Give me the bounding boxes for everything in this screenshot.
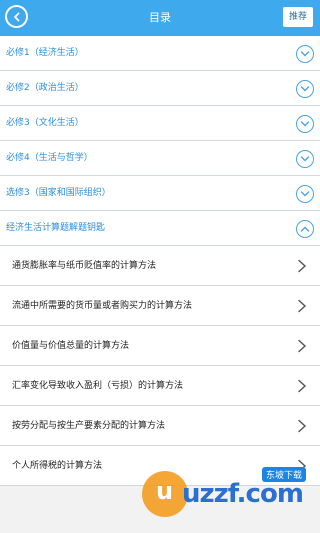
back-button[interactable] [5, 5, 28, 28]
list-item-label: 通货膨胀率与纸币贬值率的计算方法 [12, 261, 157, 271]
watermark-badge: 东坡下载 [262, 467, 307, 482]
chevron-right-icon [298, 299, 307, 313]
collapse-button[interactable] [296, 220, 314, 238]
chapter-row[interactable]: 必修3（文化生活） [0, 106, 320, 141]
expand-button[interactable] [296, 115, 314, 133]
list-item[interactable]: 按劳分配与按生产要素分配的计算方法 [0, 406, 320, 446]
page-title: 目录 [149, 11, 171, 24]
recommend-button[interactable]: 推荐 [283, 7, 313, 27]
chapter-label: 必修3（文化生活） [6, 118, 84, 128]
chapter-row-expanded[interactable]: 经济生活计算题解题钥匙 [0, 211, 320, 246]
list-item[interactable]: 汇率变化导致收入盈利（亏损）的计算方法 [0, 366, 320, 406]
list-item[interactable]: 流通中所需要的货币量或者购买力的计算方法 [0, 286, 320, 326]
list-item[interactable]: 通货膨胀率与纸币贬值率的计算方法 [0, 246, 320, 286]
list-item-label: 个人所得税的计算方法 [12, 461, 103, 471]
chevron-down-icon [300, 121, 310, 127]
chapter-label: 必修2（政治生活） [6, 83, 84, 93]
chapter-row[interactable]: 选修3（国家和国际组织） [0, 176, 320, 211]
chevron-right-icon [298, 259, 307, 273]
chapter-label: 必修1（经济生活） [6, 48, 84, 58]
watermark-letter: u [156, 477, 174, 505]
chapter-label: 必修4（生活与哲学） [6, 153, 93, 163]
chevron-right-icon [298, 379, 307, 393]
chapter-list: 必修1（经济生活） 必修2（政治生活） 必修3（文化生活） 必修4（生活与哲学）… [0, 36, 320, 246]
chevron-up-icon [300, 226, 310, 232]
chevron-down-icon [300, 86, 310, 92]
chapter-row[interactable]: 必修2（政治生活） [0, 71, 320, 106]
expand-button[interactable] [296, 80, 314, 98]
watermark-logo: u uzzf.com 东坡下载 [142, 465, 312, 521]
list-item-label: 流通中所需要的货币量或者购买力的计算方法 [12, 301, 193, 311]
chapter-label: 选修3（国家和国际组织） [6, 188, 111, 198]
chevron-down-icon [300, 156, 310, 162]
chapter-row[interactable]: 必修1（经济生活） [0, 36, 320, 71]
watermark-brand: uzzf.com [182, 479, 304, 509]
chevron-right-icon [298, 339, 307, 353]
list-item-label: 价值量与价值总量的计算方法 [12, 341, 130, 351]
chapter-label: 经济生活计算题解题钥匙 [6, 223, 106, 233]
chevron-left-icon [13, 12, 19, 21]
chevron-right-icon [298, 419, 307, 433]
chevron-down-icon [300, 51, 310, 57]
list-item[interactable]: 价值量与价值总量的计算方法 [0, 326, 320, 366]
sub-item-list: 通货膨胀率与纸币贬值率的计算方法 流通中所需要的货币量或者购买力的计算方法 价值… [0, 246, 320, 486]
chevron-down-icon [300, 191, 310, 197]
chapter-row[interactable]: 必修4（生活与哲学） [0, 141, 320, 176]
list-item-label: 按劳分配与按生产要素分配的计算方法 [12, 421, 166, 431]
header-bar: 目录 推荐 [0, 0, 320, 36]
list-item-label: 汇率变化导致收入盈利（亏损）的计算方法 [12, 381, 184, 391]
expand-button[interactable] [296, 45, 314, 63]
expand-button[interactable] [296, 150, 314, 168]
expand-button[interactable] [296, 185, 314, 203]
